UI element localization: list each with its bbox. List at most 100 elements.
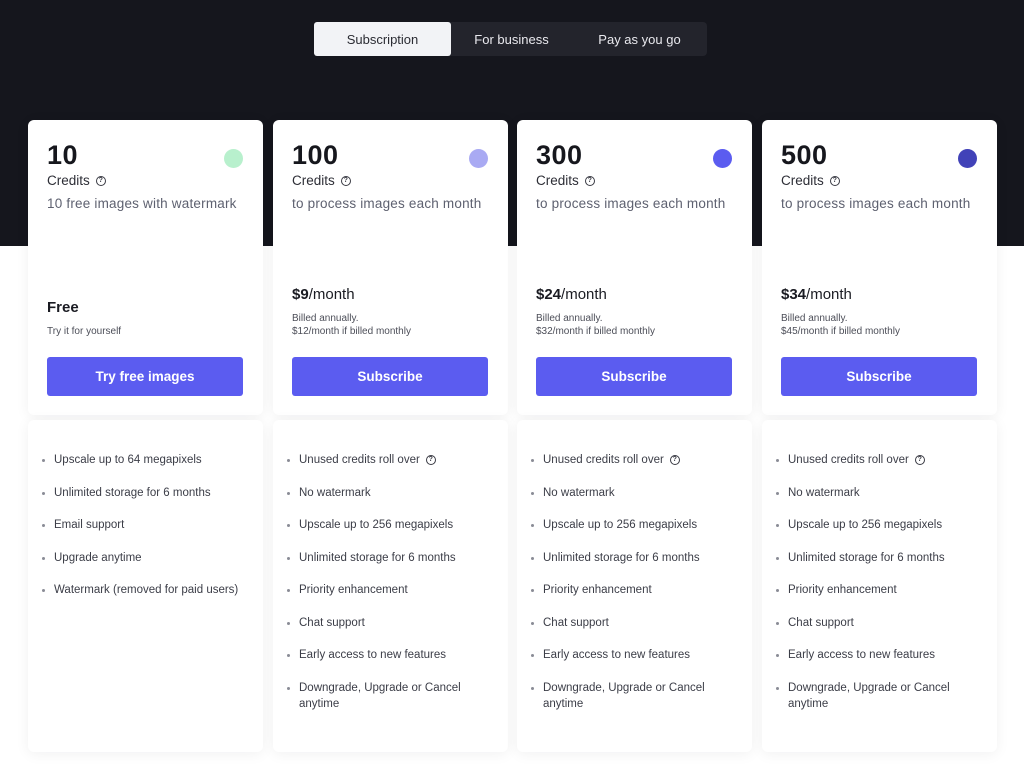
- feature-item: Downgrade, Upgrade or Cancel anytime: [774, 680, 984, 712]
- feature-item: Early access to new features: [529, 647, 739, 663]
- plan-color-dot: [469, 149, 488, 168]
- feature-item: Unlimited storage for 6 months: [529, 550, 739, 566]
- credits-label-text: Credits: [781, 173, 824, 188]
- subscribe-button[interactable]: Subscribe: [536, 357, 732, 396]
- feature-item: Upscale up to 64 megapixels: [40, 452, 250, 468]
- note-line: $32/month if billed monthly: [536, 326, 655, 337]
- tab-subscription[interactable]: Subscription: [314, 22, 451, 56]
- help-icon[interactable]: ?: [95, 175, 106, 186]
- help-icon[interactable]: ?: [425, 454, 436, 465]
- tab-for-business[interactable]: For business: [451, 22, 572, 56]
- help-icon[interactable]: ?: [340, 175, 351, 186]
- feature-item: Downgrade, Upgrade or Cancel anytime: [285, 680, 495, 712]
- help-icon[interactable]: ?: [584, 175, 595, 186]
- feature-list: Unused credits roll over? No watermark U…: [285, 452, 495, 728]
- feature-text: Unused credits roll over: [788, 454, 909, 466]
- subscribe-button[interactable]: Subscribe: [292, 357, 488, 396]
- note-line: Billed annually.: [536, 313, 603, 324]
- try-free-images-button[interactable]: Try free images: [47, 357, 243, 396]
- feature-item: Unlimited storage for 6 months: [285, 550, 495, 566]
- feature-item: Early access to new features: [285, 647, 495, 663]
- plan-credits: 10: [47, 140, 79, 170]
- feature-item: Chat support: [285, 615, 495, 631]
- plan-note: Billed annually. $12/month if billed mon…: [292, 312, 411, 338]
- plan-credits: 300: [536, 140, 583, 170]
- price-amount: Free: [47, 299, 79, 316]
- price-amount: $9: [292, 286, 309, 303]
- credits-label: Credits ?: [781, 173, 840, 188]
- plan-features-100: Unused credits roll over? No watermark U…: [273, 420, 508, 752]
- feature-text: Unused credits roll over: [299, 454, 420, 466]
- feature-item: Unlimited storage for 6 months: [40, 485, 250, 501]
- feature-item: No watermark: [529, 485, 739, 501]
- feature-item: Unused credits roll over?: [529, 452, 739, 468]
- plan-price: $24/month: [536, 286, 607, 303]
- price-period: /month: [806, 286, 852, 303]
- price-period: /month: [308, 286, 355, 303]
- plan-features-10: Upscale up to 64 megapixels Unlimited st…: [28, 420, 263, 752]
- feature-item: Downgrade, Upgrade or Cancel anytime: [529, 680, 739, 712]
- feature-item: Upscale up to 256 megapixels: [774, 517, 984, 533]
- plan-note: Billed annually. $32/month if billed mon…: [536, 312, 655, 338]
- note-line: Billed annually.: [292, 313, 359, 324]
- plan-note: Try it for yourself: [47, 325, 121, 338]
- plan-credits: 500: [781, 140, 828, 170]
- plan-card-300: 300 Credits ? to process images each mon…: [517, 120, 752, 415]
- feature-list: Unused credits roll over? No watermark U…: [529, 452, 739, 728]
- note-line: Try it for yourself: [47, 326, 122, 337]
- feature-item: Unlimited storage for 6 months: [774, 550, 984, 566]
- feature-text: Unused credits roll over: [543, 454, 664, 466]
- plan-features-300: Unused credits roll over? No watermark U…: [517, 420, 752, 752]
- feature-item: No watermark: [774, 485, 984, 501]
- credits-label-text: Credits: [292, 173, 335, 188]
- feature-item: Priority enhancement: [529, 582, 739, 598]
- plan-color-dot: [958, 149, 977, 168]
- feature-item: Priority enhancement: [285, 582, 495, 598]
- price-amount: $24: [536, 286, 562, 303]
- feature-item: Early access to new features: [774, 647, 984, 663]
- price-period: /month: [561, 286, 607, 303]
- credits-label: Credits ?: [47, 173, 106, 188]
- credits-label-text: Credits: [536, 173, 579, 188]
- plan-note: Billed annually. $45/month if billed mon…: [781, 312, 900, 338]
- plan-price: Free: [47, 299, 79, 316]
- plan-type-tabs: Subscription For business Pay as you go: [314, 22, 707, 56]
- plan-credits: 100: [292, 140, 339, 170]
- plan-features-500: Unused credits roll over? No watermark U…: [762, 420, 997, 752]
- feature-item: Upgrade anytime: [40, 550, 250, 566]
- feature-item: Chat support: [774, 615, 984, 631]
- feature-item: No watermark: [285, 485, 495, 501]
- feature-list: Unused credits roll over? No watermark U…: [774, 452, 984, 728]
- plan-subtitle: to process images each month: [536, 196, 726, 211]
- subscribe-button[interactable]: Subscribe: [781, 357, 977, 396]
- plan-subtitle: to process images each month: [781, 196, 971, 211]
- feature-item: Watermark (removed for paid users): [40, 582, 250, 598]
- plan-subtitle: 10 free images with watermark: [47, 196, 237, 211]
- plan-card-500: 500 Credits ? to process images each mon…: [762, 120, 997, 415]
- feature-item: Priority enhancement: [774, 582, 984, 598]
- plan-price: $34/month: [781, 286, 852, 303]
- plan-color-dot: [713, 149, 732, 168]
- plan-color-dot: [224, 149, 243, 168]
- plan-subtitle: to process images each month: [292, 196, 482, 211]
- note-line: $12/month if billed monthly: [292, 326, 411, 337]
- price-amount: $34: [781, 286, 807, 303]
- help-icon[interactable]: ?: [914, 454, 925, 465]
- feature-item: Unused credits roll over?: [285, 452, 495, 468]
- tab-pay-as-you-go[interactable]: Pay as you go: [572, 22, 707, 56]
- feature-item: Unused credits roll over?: [774, 452, 984, 468]
- note-line: $45/month if billed monthly: [781, 326, 900, 337]
- credits-label-text: Credits: [47, 173, 90, 188]
- feature-item: Email support: [40, 517, 250, 533]
- plan-card-100: 100 Credits ? to process images each mon…: [273, 120, 508, 415]
- feature-item: Chat support: [529, 615, 739, 631]
- feature-item: Upscale up to 256 megapixels: [529, 517, 739, 533]
- help-icon[interactable]: ?: [829, 175, 840, 186]
- plan-price: $9/month: [292, 286, 355, 303]
- feature-item: Upscale up to 256 megapixels: [285, 517, 495, 533]
- credits-label: Credits ?: [292, 173, 351, 188]
- help-icon[interactable]: ?: [669, 454, 680, 465]
- credits-label: Credits ?: [536, 173, 595, 188]
- plan-card-10: 10 Credits ? 10 free images with waterma…: [28, 120, 263, 415]
- feature-list: Upscale up to 64 megapixels Unlimited st…: [40, 452, 250, 615]
